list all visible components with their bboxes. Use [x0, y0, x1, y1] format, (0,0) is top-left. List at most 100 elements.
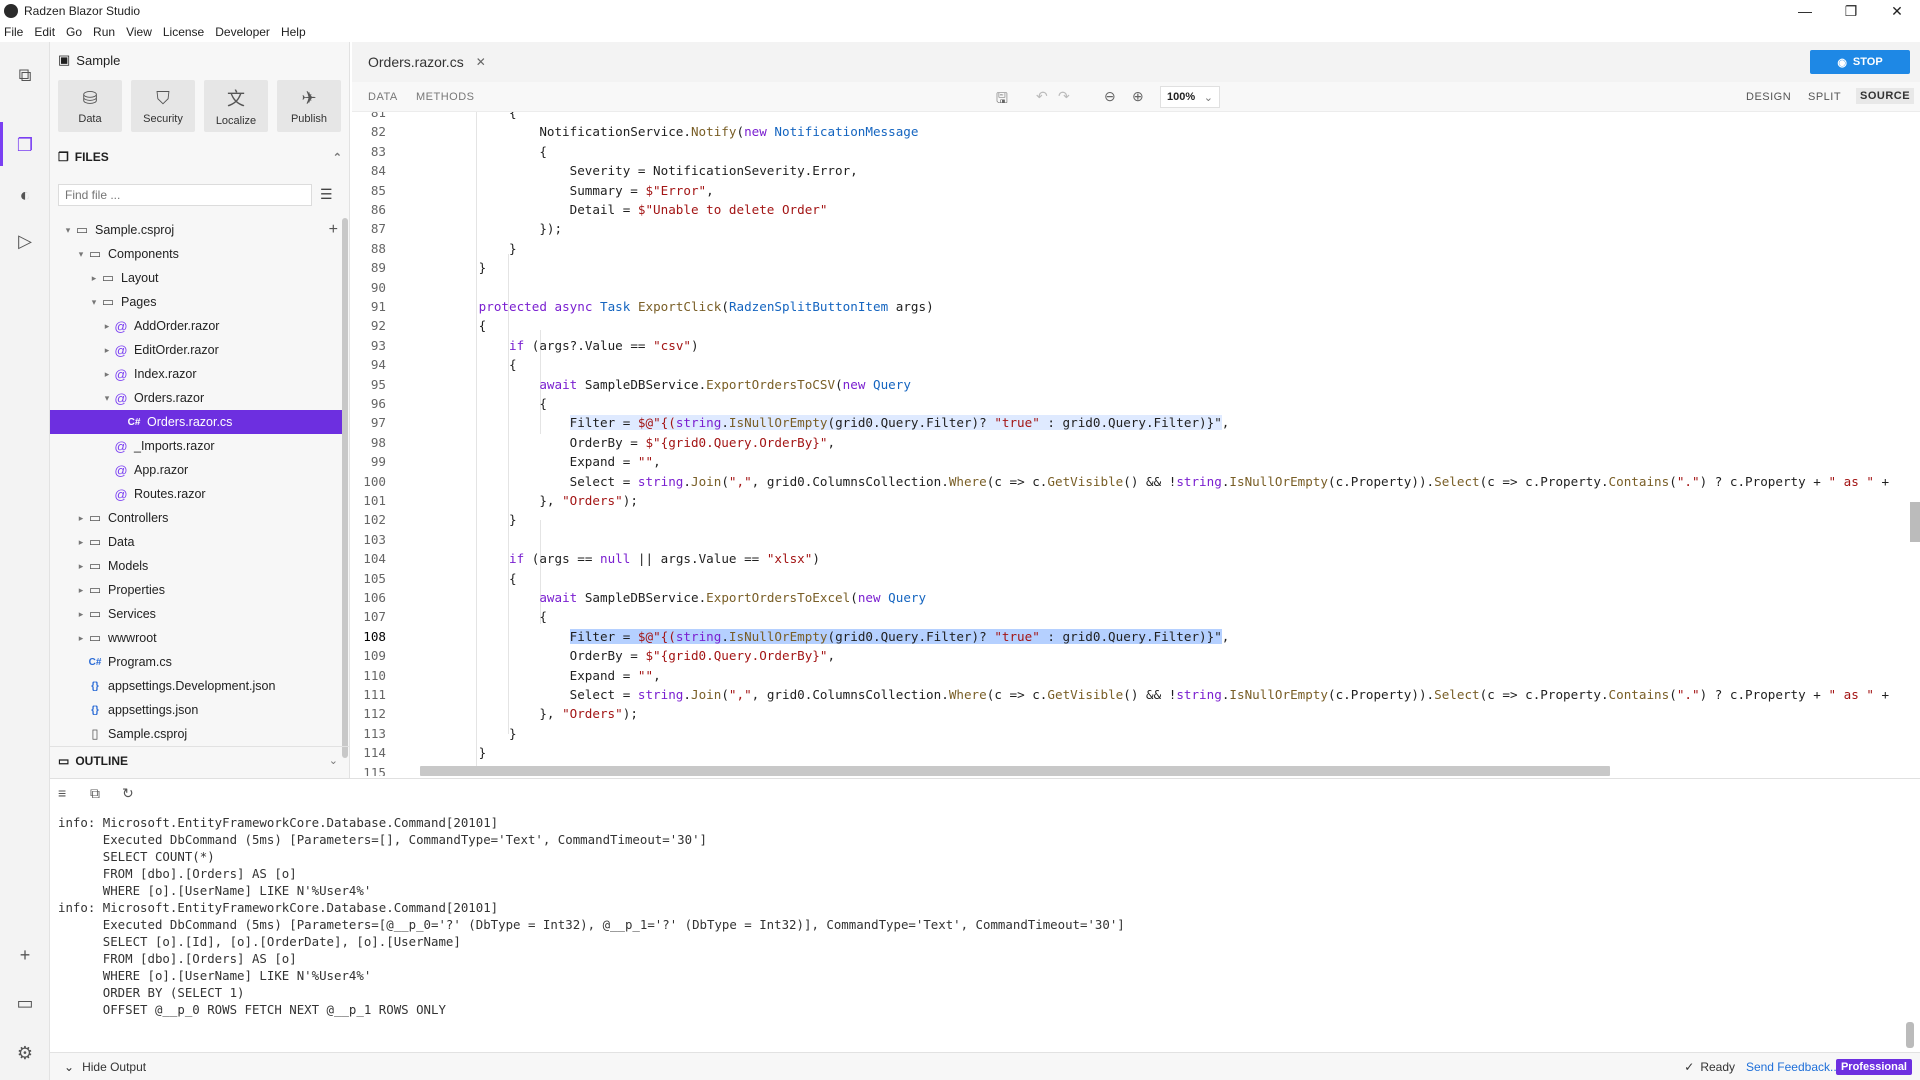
- chevron-right-icon[interactable]: ▸: [75, 513, 87, 524]
- wrap-lines-icon[interactable]: ≡: [58, 785, 66, 801]
- chevron-right-icon[interactable]: ▸: [101, 369, 113, 380]
- file-tree-item[interactable]: C# Program.cs: [50, 650, 342, 674]
- code-line[interactable]: {: [418, 112, 517, 122]
- files-icon[interactable]: ❐: [12, 132, 38, 158]
- tab-close-icon[interactable]: ✕: [476, 55, 486, 69]
- localize-button[interactable]: 文 Localize: [204, 80, 268, 132]
- menu-run[interactable]: Run: [93, 25, 115, 39]
- refresh-icon[interactable]: ↻: [122, 785, 134, 802]
- close-icon[interactable]: ✕: [1874, 0, 1920, 22]
- chevron-right-icon[interactable]: ▸: [75, 537, 87, 548]
- output-scrollbar[interactable]: [1906, 1022, 1914, 1048]
- code-line[interactable]: if (args == null || args.Value == "xlsx"…: [418, 549, 820, 568]
- file-tree-item[interactable]: ▸ @ EditOrder.razor: [50, 338, 342, 362]
- undo-icon[interactable]: ↶: [1036, 88, 1048, 105]
- file-tree-item[interactable]: ▯ Sample.csproj: [50, 722, 342, 746]
- menu-go[interactable]: Go: [66, 25, 82, 39]
- file-tree-item[interactable]: ▸ ▭ wwwroot: [50, 626, 342, 650]
- code-line[interactable]: {: [418, 355, 517, 374]
- view-design[interactable]: DESIGN: [1746, 91, 1791, 103]
- sidebar-scrollbar[interactable]: [342, 218, 348, 758]
- code-line[interactable]: }, "Orders");: [418, 704, 638, 723]
- tree-view-toggle-icon[interactable]: ☰: [320, 186, 333, 203]
- vertical-scrollbar[interactable]: [1910, 502, 1920, 542]
- security-button[interactable]: ⛉ Security: [131, 80, 195, 132]
- file-tree-item[interactable]: @ App.razor: [50, 458, 342, 482]
- settings-gear-icon[interactable]: ⚙: [12, 1040, 38, 1066]
- code-line[interactable]: Detail = $"Unable to delete Order": [418, 200, 828, 219]
- file-tree-item[interactable]: @ _Imports.razor: [50, 434, 342, 458]
- find-file-input[interactable]: [58, 184, 312, 206]
- tab-data[interactable]: DATA: [368, 91, 398, 103]
- menu-edit[interactable]: Edit: [34, 25, 55, 39]
- files-section-header[interactable]: ❐ FILES ⌃: [58, 150, 342, 164]
- code-line[interactable]: Summary = $"Error",: [418, 181, 714, 200]
- menu-view[interactable]: View: [126, 25, 152, 39]
- code-line[interactable]: protected async Task ExportClick(RadzenS…: [418, 297, 934, 316]
- file-tree-item[interactable]: ▾ ▭ Sample.csproj +: [50, 218, 342, 242]
- file-tree-item[interactable]: ▸ @ Index.razor: [50, 362, 342, 386]
- chevron-right-icon[interactable]: ▸: [101, 321, 113, 332]
- code-line[interactable]: {: [418, 316, 487, 335]
- chevron-down-icon[interactable]: ▾: [62, 225, 74, 236]
- zoom-out-icon[interactable]: ⊖: [1104, 88, 1116, 105]
- code-line[interactable]: }: [418, 239, 517, 258]
- file-tree-item[interactable]: ▾ ▭ Pages: [50, 290, 342, 314]
- redo-icon[interactable]: ↷: [1058, 88, 1070, 105]
- file-tree-item[interactable]: @ Routes.razor: [50, 482, 342, 506]
- code-line[interactable]: Filter = $@"{(string.IsNullOrEmpty(grid0…: [418, 413, 1229, 432]
- code-line[interactable]: Expand = "",: [418, 452, 661, 471]
- file-tree-item[interactable]: ▾ @ Orders.razor: [50, 386, 342, 410]
- horizontal-scrollbar[interactable]: [420, 766, 1610, 776]
- data-button[interactable]: ⛁ Data: [58, 80, 122, 132]
- palette-icon[interactable]: ◐: [12, 182, 38, 208]
- code-line[interactable]: }: [418, 743, 487, 762]
- code-line[interactable]: OrderBy = $"{grid0.Query.OrderBy}",: [418, 433, 835, 452]
- chevron-right-icon[interactable]: ▸: [75, 585, 87, 596]
- zoom-select[interactable]: 100% ⌄: [1160, 86, 1220, 108]
- code-line[interactable]: NotificationService.Notify(new Notificat…: [418, 122, 918, 141]
- file-tree-item[interactable]: ▸ ▭ Data: [50, 530, 342, 554]
- chevron-right-icon[interactable]: ▸: [101, 345, 113, 356]
- code-line[interactable]: {: [418, 569, 517, 588]
- file-tree-item[interactable]: ▸ ▭ Services: [50, 602, 342, 626]
- components-icon[interactable]: ⧉: [12, 62, 38, 88]
- code-line[interactable]: Select = string.Join(",", grid0.ColumnsC…: [418, 472, 1890, 491]
- chevron-right-icon[interactable]: ▸: [88, 273, 100, 284]
- file-tree-item[interactable]: {} appsettings.json: [50, 698, 342, 722]
- maximize-icon[interactable]: ❐: [1828, 0, 1874, 22]
- add-file-icon[interactable]: +: [329, 221, 338, 239]
- file-tree-item[interactable]: ▾ ▭ Components: [50, 242, 342, 266]
- view-split[interactable]: SPLIT: [1808, 91, 1841, 103]
- file-tree-item[interactable]: ▸ ▭ Models: [50, 554, 342, 578]
- stop-button[interactable]: ◉ STOP: [1810, 50, 1910, 74]
- copy-icon[interactable]: ⧉: [90, 785, 100, 802]
- chevron-down-icon[interactable]: ▾: [88, 297, 100, 308]
- file-tree-item[interactable]: {} appsettings.Development.json: [50, 674, 342, 698]
- code-line[interactable]: Expand = "",: [418, 666, 661, 685]
- view-source[interactable]: SOURCE: [1856, 88, 1915, 104]
- send-feedback-link[interactable]: Send Feedback...: [1746, 1060, 1840, 1074]
- code-line[interactable]: }: [418, 724, 517, 743]
- code-line[interactable]: OrderBy = $"{grid0.Query.OrderBy}",: [418, 646, 835, 665]
- code-line[interactable]: Filter = $@"{(string.IsNullOrEmpty(grid0…: [418, 627, 1229, 646]
- menu-file[interactable]: File: [4, 25, 23, 39]
- code-line[interactable]: {: [418, 607, 547, 626]
- code-line[interactable]: await SampleDBService.ExportOrdersToCSV(…: [418, 375, 911, 394]
- file-tree-item[interactable]: ▸ ▭ Layout: [50, 266, 342, 290]
- publish-button[interactable]: ✈ Publish: [277, 80, 341, 132]
- code-line[interactable]: if (args?.Value == "csv"): [418, 336, 699, 355]
- code-line[interactable]: Select = string.Join(",", grid0.ColumnsC…: [418, 685, 1890, 704]
- hide-output-button[interactable]: ⌄ Hide Output: [64, 1060, 146, 1074]
- code-area[interactable]: { NotificationService.Notify(new Notific…: [418, 112, 1920, 776]
- tab-methods[interactable]: METHODS: [416, 91, 475, 103]
- menu-license[interactable]: License: [163, 25, 204, 39]
- code-editor[interactable]: 81 82 83 84 85 86 87 88 89 90 91 92 93 94 95 96 97 98 99 10…: [352, 112, 1920, 776]
- code-line[interactable]: await SampleDBService.ExportOrdersToExce…: [418, 588, 926, 607]
- outline-section-header[interactable]: ▭ OUTLINE ⌄: [50, 746, 350, 774]
- code-line[interactable]: }, "Orders");: [418, 491, 638, 510]
- chevron-down-icon[interactable]: ▾: [75, 249, 87, 260]
- menu-developer[interactable]: Developer: [215, 25, 270, 39]
- code-line[interactable]: });: [418, 219, 562, 238]
- chevron-right-icon[interactable]: ▸: [75, 609, 87, 620]
